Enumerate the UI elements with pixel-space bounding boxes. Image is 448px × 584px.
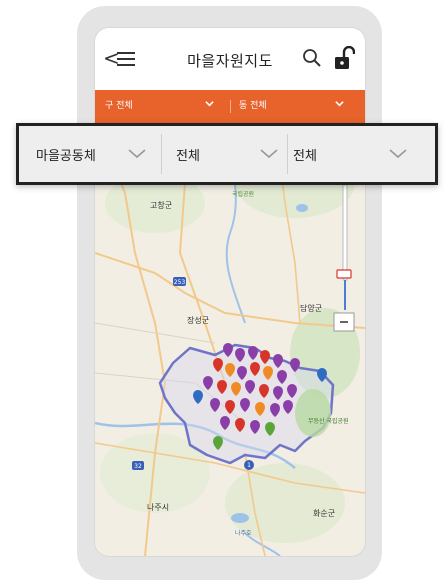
category-filter-bar: 마을공동체 전체 전체 (16, 123, 438, 185)
category-select-type-value: 마을공동체 (36, 149, 96, 164)
map-label-damyang: 담양군 (300, 303, 322, 313)
category-select-sub-value: 전체 (176, 149, 200, 164)
region-filter-bar: 구 전체 동 전체 (95, 90, 365, 123)
map-label-naju: 나주시 (147, 503, 169, 512)
chevron-down-icon (335, 101, 344, 107)
unlock-icon[interactable] (333, 46, 355, 70)
dong-select[interactable]: 동 전체 (231, 90, 365, 123)
zoom-control[interactable] (333, 185, 355, 335)
chevron-down-icon (128, 149, 146, 159)
category-select-detail[interactable]: 전체 (288, 126, 435, 182)
category-select-type[interactable]: 마을공동체 (19, 126, 161, 182)
chevron-down-icon (389, 149, 407, 159)
chevron-down-icon (260, 149, 278, 159)
chevron-down-icon (205, 101, 214, 107)
district-select[interactable]: 구 전체 (95, 90, 230, 123)
svg-text:32: 32 (134, 463, 142, 470)
page-title: 마을자원지도 (187, 52, 273, 70)
resource-map[interactable]: 253 32 1 고창군 장성군 담양군 나주시 화순군 국립공원 무등산 국립… (95, 123, 365, 556)
map-label-gochang: 고창군 (150, 201, 172, 210)
map-label-park-top: 국립공원 (232, 190, 254, 198)
map-label-hwasun: 화순군 (313, 509, 335, 518)
category-select-sub[interactable]: 전체 (162, 126, 287, 182)
map-label-najuho: 나주호 (235, 529, 252, 537)
app-screen: < 마을자원지도 구 전체 동 전체 253 32 1 고창군 장성군 담양군 … (95, 28, 365, 556)
map-label-jangseong: 장성군 (187, 315, 209, 325)
svg-text:253: 253 (174, 279, 186, 286)
svg-text:1: 1 (247, 462, 251, 469)
category-select-detail-value: 전체 (293, 149, 317, 164)
district-select-label: 구 전체 (105, 101, 133, 111)
map-label-mudeung: 무등산 국립공원 (308, 417, 349, 425)
app-bar: < 마을자원지도 (95, 28, 365, 90)
dong-select-label: 동 전체 (239, 101, 267, 111)
search-icon[interactable] (302, 48, 322, 68)
